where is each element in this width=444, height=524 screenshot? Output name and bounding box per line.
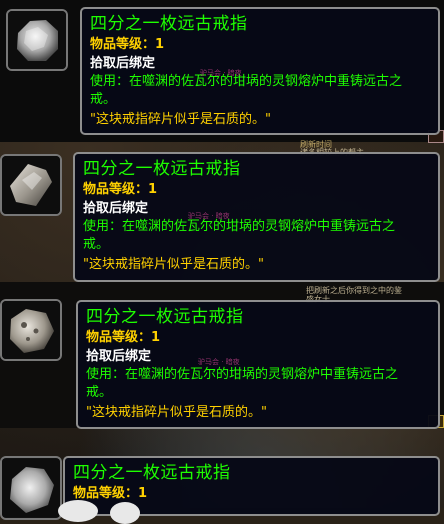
watermark: 驴马会 · 暗夜 — [188, 212, 230, 220]
watermark: 驴马会 · 暗夜 — [198, 358, 240, 366]
item-level: 物品等级：1 — [90, 37, 165, 52]
stone-ring-fragment-icon — [2, 301, 60, 359]
scene-cloud — [58, 500, 98, 522]
item-use-line-2: 戒。 — [90, 92, 117, 107]
item-binding: 拾取后绑定 — [90, 56, 156, 71]
item-use-line-2: 戒。 — [86, 385, 113, 400]
bg-quest-text-3: 把刷新之后你得到之中的鉴 — [306, 286, 402, 295]
watermark: 驴马会 · 暗夜 — [200, 69, 242, 77]
item-name: 四分之一枚远古戒指 — [73, 463, 231, 483]
stone-ring-fragment-icon — [2, 459, 60, 517]
item-use-line-1: 使用：在噬渊的佐瓦尔的坩埚的灵钢熔炉中重铸远古之 — [83, 219, 396, 234]
item-tooltip: 四分之一枚远古戒指 物品等级：1 拾取后绑定 使用：在噬渊的佐瓦尔的坩埚的灵钢熔… — [80, 7, 440, 135]
item-name: 四分之一枚远古戒指 — [86, 307, 244, 327]
stone-ring-fragment-icon — [2, 156, 60, 214]
item-tooltip: 四分之一枚远古戒指 物品等级：1 拾取后绑定 使用：在噬渊的佐瓦尔的坩埚的灵钢熔… — [73, 152, 440, 282]
item-use-line-1: 使用：在噬渊的佐瓦尔的坩埚的灵钢熔炉中重铸远古之 — [86, 367, 399, 382]
item-level: 物品等级：1 — [73, 486, 148, 501]
item-icon-slot[interactable] — [0, 154, 62, 216]
item-name: 四分之一枚远古戒指 — [90, 14, 248, 34]
item-use-line-1: 使用：在噬渊的佐瓦尔的坩埚的灵钢熔炉中重铸远古之 — [90, 74, 403, 89]
item-icon-slot[interactable] — [0, 299, 62, 361]
item-tooltip: 四分之一枚远古戒指 物品等级：1 拾取后绑定 使用：在噬渊的佐瓦尔的坩埚的灵钢熔… — [76, 300, 440, 429]
item-flavor-text: "这块戒指碎片似乎是石质的。" — [86, 405, 267, 420]
item-binding: 拾取后绑定 — [83, 201, 149, 216]
item-flavor-text: "这块戒指碎片似乎是石质的。" — [83, 257, 264, 272]
item-use-line-2: 戒。 — [83, 237, 110, 252]
item-binding: 拾取后绑定 — [86, 349, 152, 364]
stone-ring-fragment-icon — [8, 11, 66, 69]
item-icon-slot[interactable] — [0, 456, 62, 520]
item-flavor-text: "这块戒指碎片似乎是石质的。" — [90, 112, 271, 127]
item-name: 四分之一枚远古戒指 — [83, 159, 241, 179]
scene-cloud — [110, 502, 140, 524]
item-level: 物品等级：1 — [83, 182, 158, 197]
item-level: 物品等级：1 — [86, 330, 161, 345]
item-icon-slot[interactable] — [6, 9, 68, 71]
